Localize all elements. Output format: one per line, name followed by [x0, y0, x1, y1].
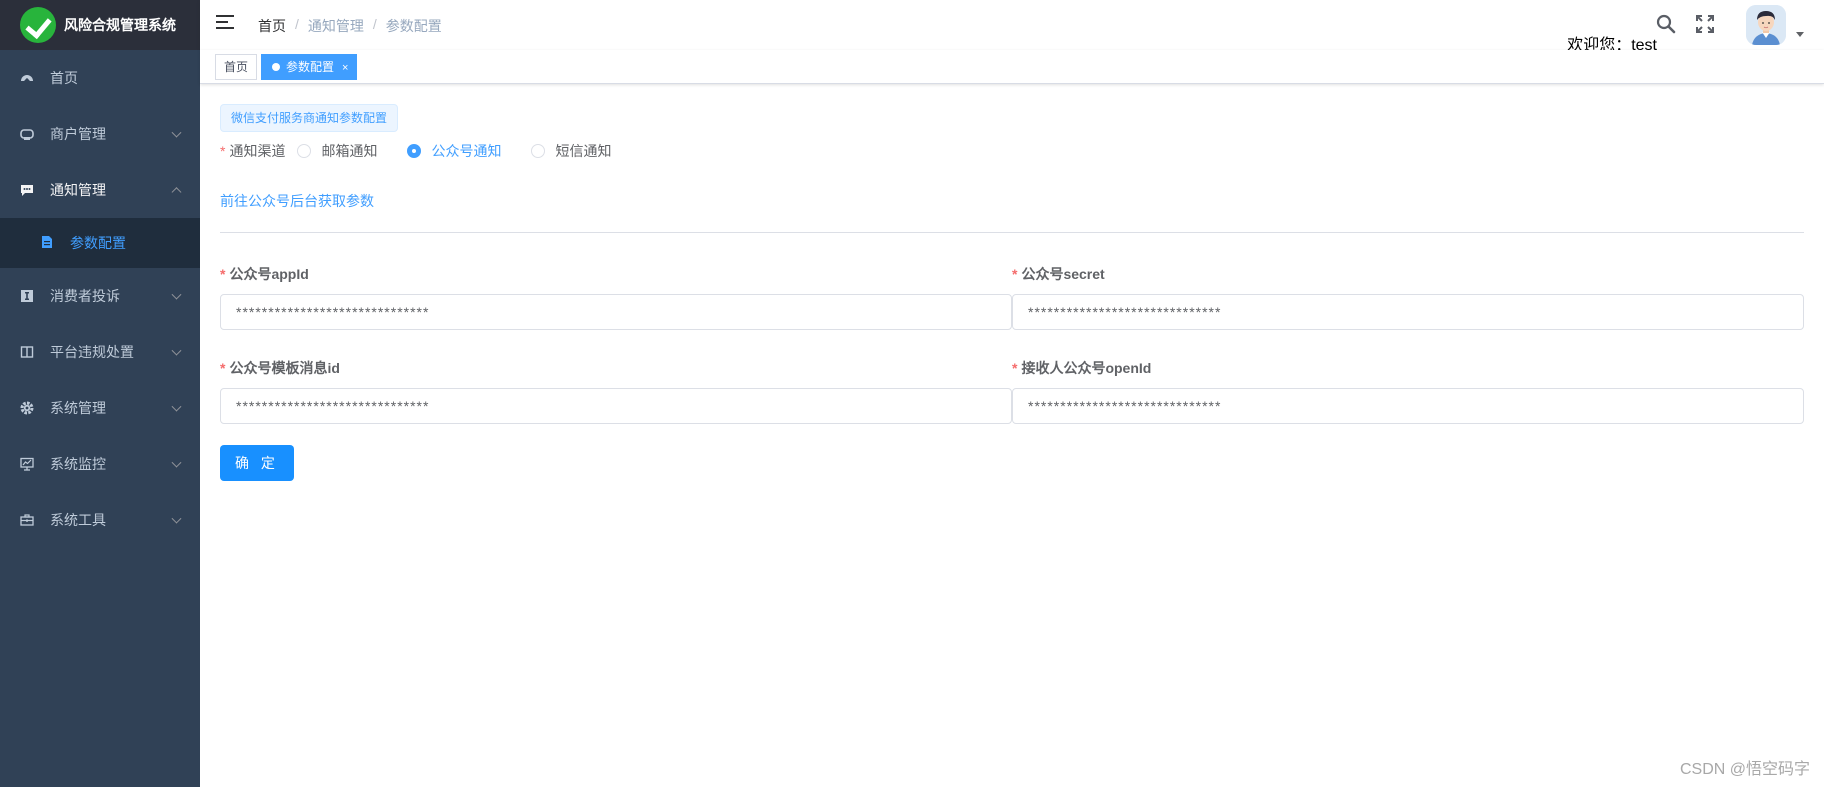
sidebar-item-label: 商户管理 — [50, 126, 106, 142]
chevron-down-icon — [171, 457, 182, 468]
complaint-icon — [20, 289, 34, 303]
field-template-id: * 公众号模板消息id — [220, 358, 1012, 424]
sidebar-item-label: 消费者投诉 — [50, 288, 120, 304]
sidebar-item-monitor[interactable]: 系统监控 — [0, 436, 200, 492]
appid-input[interactable] — [220, 294, 1012, 330]
field-label: * 公众号secret — [1012, 266, 1105, 282]
sidebar-item-merchant[interactable]: 商户管理 — [0, 106, 200, 162]
active-dot-icon — [272, 63, 280, 71]
sidebar: 风险合规管理系统 首页 商户管理 通知管理 参数配置 消费者投诉 平台违规处置 … — [0, 0, 200, 787]
logo[interactable]: 风险合规管理系统 — [0, 0, 200, 50]
radio-circle[interactable] — [531, 144, 546, 158]
sidebar-item-label: 参数配置 — [70, 235, 126, 251]
sidebar-item-label: 系统监控 — [50, 456, 106, 472]
sidebar-item-home[interactable]: 首页 — [0, 50, 200, 106]
channel-radio-group: * 通知渠道 邮箱通知 公众号通知 短信通知 — [220, 141, 641, 161]
breadcrumb: 首页 / 通知管理 / 参数配置 — [258, 16, 442, 36]
sidebar-item-label: 系统工具 — [50, 512, 106, 528]
sidebar-item-label: 通知管理 — [50, 182, 106, 198]
breadcrumb-item-home[interactable]: 首页 — [258, 16, 286, 36]
breadcrumb-separator: / — [372, 16, 377, 32]
radio-circle[interactable] — [407, 144, 422, 158]
radio-email[interactable]: 邮箱通知 — [297, 141, 377, 161]
app-title: 风险合规管理系统 — [64, 17, 176, 33]
sidebar-item-param-config[interactable]: 参数配置 — [0, 218, 200, 268]
main-content: 微信支付服务商通知参数配置 * 通知渠道 邮箱通知 公众号通知 短信通知 前往公… — [220, 104, 1804, 481]
close-icon[interactable]: × — [342, 62, 348, 74]
get-params-link[interactable]: 前往公众号后台获取参数 — [220, 191, 374, 211]
tag-home[interactable]: 首页 — [215, 54, 258, 80]
channel-label: 通知渠道 — [229, 143, 286, 159]
chevron-down-icon — [171, 127, 182, 138]
toolbox-icon — [20, 513, 34, 527]
dashboard-icon — [20, 71, 34, 85]
sidebar-menu: 首页 商户管理 通知管理 参数配置 消费者投诉 平台违规处置 系统管理 系统监控… — [0, 50, 200, 548]
search-icon[interactable] — [1656, 14, 1676, 34]
merchant-icon — [20, 127, 34, 141]
sidebar-item-label: 系统管理 — [50, 400, 106, 416]
chevron-down-icon — [171, 345, 182, 356]
watermark: CSDN @悟空码字 — [1679, 761, 1810, 778]
secret-input[interactable] — [1012, 294, 1804, 330]
field-label: * 公众号appId — [220, 266, 309, 282]
section-tag: 微信支付服务商通知参数配置 — [220, 104, 399, 132]
sidebar-item-label: 平台违规处置 — [50, 344, 134, 360]
template-id-input[interactable] — [220, 388, 1012, 424]
violation-icon — [20, 345, 34, 359]
caret-down-icon[interactable] — [1796, 32, 1804, 37]
divider — [220, 232, 1804, 233]
sidebar-item-label: 首页 — [50, 70, 78, 86]
tag-label: 参数配置 — [286, 60, 335, 74]
navbar: 首页 / 通知管理 / 参数配置 欢迎您：test — [200, 0, 1824, 54]
radio-official-account[interactable]: 公众号通知 — [407, 141, 501, 161]
sidebar-item-tools[interactable]: 系统工具 — [0, 492, 200, 548]
chevron-up-icon — [171, 187, 182, 198]
tags-view: 首页 参数配置 × — [200, 50, 1824, 84]
radio-label: 邮箱通知 — [321, 143, 378, 159]
field-secret: * 公众号secret — [1012, 264, 1804, 330]
field-label: * 公众号模板消息id — [220, 360, 340, 376]
sidebar-item-notification[interactable]: 通知管理 — [0, 162, 200, 218]
chevron-down-icon — [171, 401, 182, 412]
hamburger-icon[interactable] — [216, 15, 234, 35]
tag-param-config[interactable]: 参数配置 × — [261, 54, 358, 80]
sidebar-item-system[interactable]: 系统管理 — [0, 380, 200, 436]
chevron-down-icon — [171, 513, 182, 524]
chevron-down-icon — [171, 289, 182, 300]
sidebar-item-complaint[interactable]: 消费者投诉 — [0, 268, 200, 324]
radio-label: 短信通知 — [555, 143, 612, 159]
monitor-icon — [20, 457, 34, 471]
confirm-button[interactable]: 确 定 — [220, 445, 294, 481]
message-icon — [20, 183, 34, 197]
field-appid: * 公众号appId — [220, 264, 1012, 330]
openid-input[interactable] — [1012, 388, 1804, 424]
radio-circle[interactable] — [297, 144, 312, 158]
gear-icon — [20, 401, 34, 415]
logo-icon — [20, 7, 56, 43]
breadcrumb-item-current: 参数配置 — [385, 18, 442, 34]
sidebar-item-violation[interactable]: 平台违规处置 — [0, 324, 200, 380]
radio-label: 公众号通知 — [431, 143, 502, 159]
field-openid: * 接收人公众号openId — [1012, 358, 1804, 424]
document-icon — [40, 235, 54, 252]
avatar[interactable] — [1746, 5, 1786, 45]
field-label: * 接收人公众号openId — [1012, 360, 1152, 376]
fullscreen-icon[interactable] — [1695, 14, 1715, 34]
radio-sms[interactable]: 短信通知 — [531, 141, 611, 161]
breadcrumb-item-notification: 通知管理 — [307, 18, 364, 34]
required-mark: * — [220, 143, 226, 159]
breadcrumb-separator: / — [295, 16, 299, 32]
